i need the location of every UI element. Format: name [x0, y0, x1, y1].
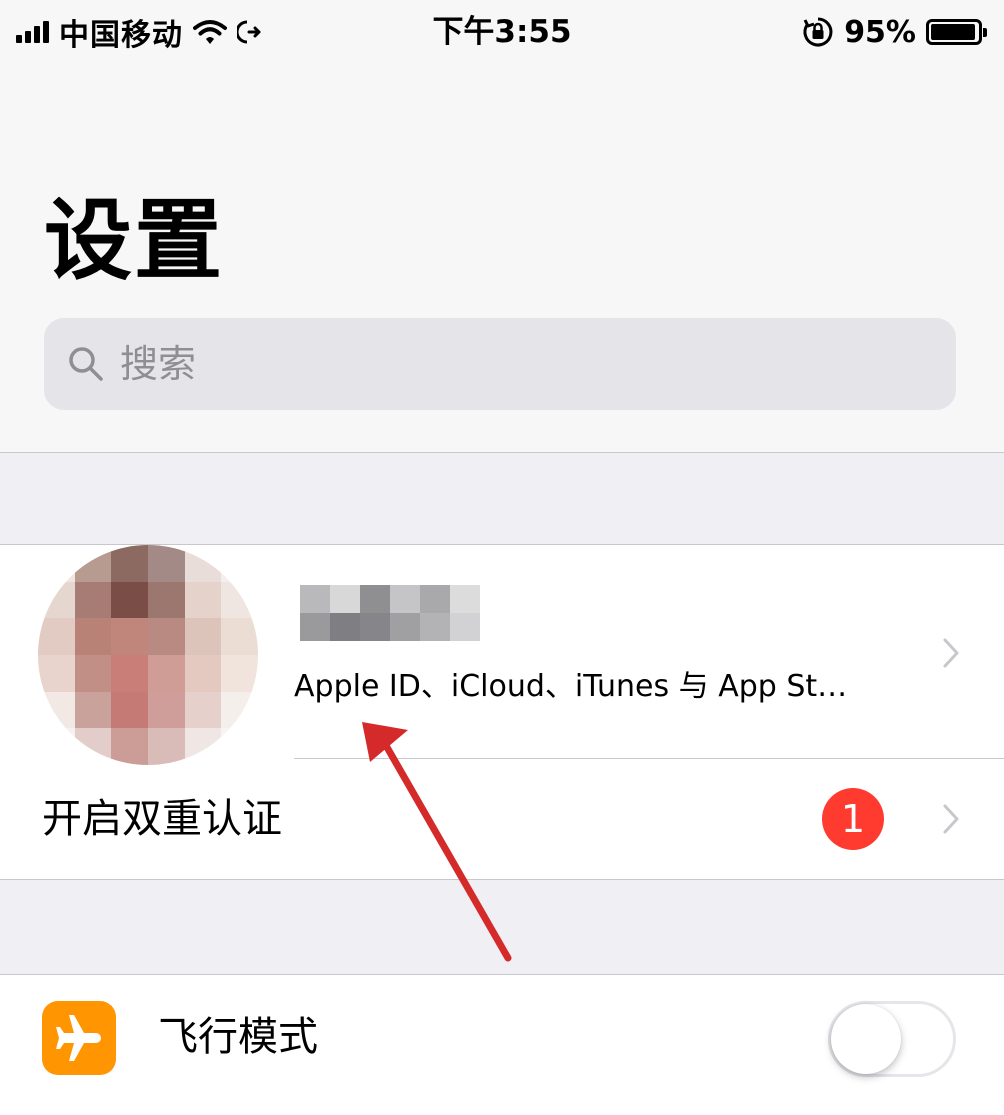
avatar-pixel — [148, 581, 185, 619]
avatar-pixel — [148, 618, 185, 655]
avatar-pixel — [38, 655, 75, 692]
name-pixel — [330, 585, 360, 613]
avatar-pixel — [38, 691, 75, 729]
name-pixel — [390, 613, 420, 641]
search-input[interactable] — [120, 342, 900, 386]
airplane-mode-label: 飞行模式 — [158, 1014, 318, 1060]
avatar[interactable] — [38, 545, 258, 765]
avatar-pixel — [74, 581, 112, 619]
toggle-knob[interactable] — [831, 1004, 901, 1074]
connectivity-group: 飞行模式 — [0, 974, 1004, 1115]
avatar-pixel — [38, 618, 75, 655]
avatar-pixel — [221, 545, 258, 582]
battery-fill — [931, 24, 975, 40]
battery-icon — [926, 19, 987, 45]
airplane-icon — [56, 1015, 101, 1061]
avatar-pixel — [74, 691, 112, 729]
avatar-pixel — [111, 545, 148, 582]
avatar-pixel — [148, 691, 185, 729]
settings-header: 设置 — [0, 64, 1004, 453]
status-bar-right: 95% — [802, 12, 987, 52]
status-bar: 中国移动 下午3:55 95% — [0, 0, 1004, 64]
account-name-redacted — [300, 585, 480, 641]
avatar-pixel — [74, 618, 112, 655]
search-bar[interactable] — [44, 318, 956, 410]
avatar-pixel — [74, 545, 112, 582]
name-pixel — [360, 613, 390, 641]
airplane-mode-app-icon — [42, 1001, 116, 1075]
name-pixel — [450, 585, 480, 613]
avatar-pixel — [221, 581, 258, 619]
chevron-right-icon — [943, 804, 959, 834]
avatar-pixel — [221, 655, 258, 692]
avatar-pixel — [74, 655, 112, 692]
avatar-pixel — [111, 581, 148, 619]
name-pixel — [300, 613, 330, 641]
avatar-pixel — [221, 618, 258, 655]
name-pixel — [300, 585, 330, 613]
name-pixel — [450, 613, 480, 641]
avatar-pixel — [184, 581, 222, 619]
name-pixel — [420, 585, 450, 613]
avatar-pixel — [221, 691, 258, 729]
search-icon — [69, 347, 103, 381]
account-group: Apple ID、iCloud、iTunes 与 App St… 开启双重认证 … — [0, 544, 1004, 880]
avatar-pixel — [38, 545, 75, 582]
airplane-mode-toggle[interactable] — [828, 1001, 956, 1077]
name-pixel — [390, 585, 420, 613]
name-pixel — [360, 585, 390, 613]
avatar-pixel — [111, 655, 148, 692]
apple-id-row[interactable]: Apple ID、iCloud、iTunes 与 App St… — [0, 545, 1004, 765]
avatar-pixel — [184, 545, 222, 582]
name-pixel — [330, 613, 360, 641]
airplane-mode-row: 飞行模式 — [0, 975, 1004, 1103]
orientation-lock-icon — [803, 17, 833, 47]
avatar-pixel — [184, 691, 222, 729]
avatar-pixel — [184, 618, 222, 655]
page-title: 设置 — [44, 189, 225, 292]
two-factor-row[interactable]: 开启双重认证 1 — [0, 759, 1004, 879]
avatar-pixel — [148, 655, 185, 692]
avatar-pixel — [111, 618, 148, 655]
avatar-pixel — [38, 581, 75, 619]
account-subtitle: Apple ID、iCloud、iTunes 与 App St… — [294, 669, 848, 704]
name-pixel — [420, 613, 450, 641]
chevron-right-icon — [943, 638, 959, 668]
battery-percentage: 95% — [844, 14, 916, 50]
avatar-pixel — [184, 655, 222, 692]
avatar-pixel — [148, 545, 185, 582]
two-factor-label: 开启双重认证 — [42, 796, 282, 842]
avatar-pixel — [111, 691, 148, 729]
notification-badge: 1 — [822, 788, 884, 850]
